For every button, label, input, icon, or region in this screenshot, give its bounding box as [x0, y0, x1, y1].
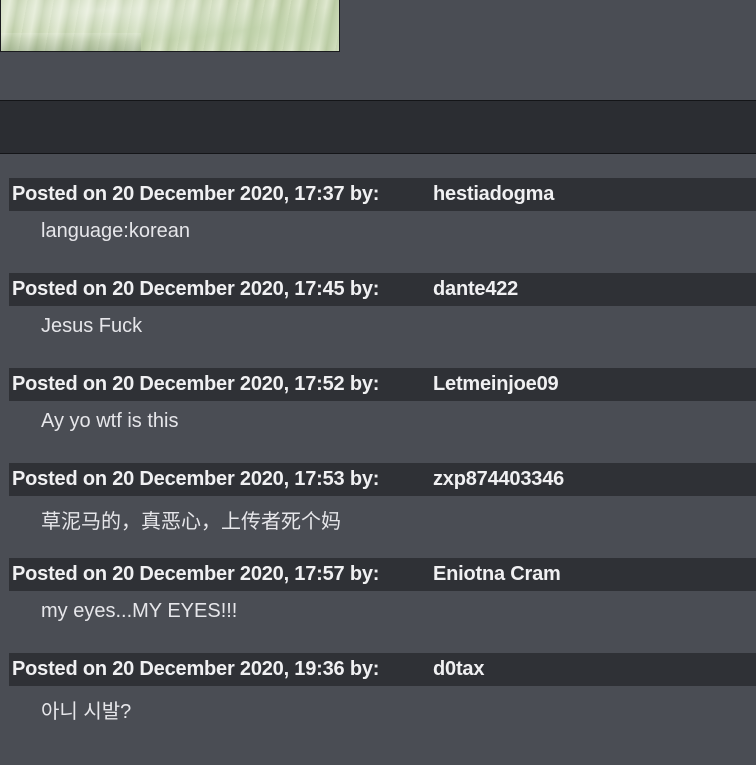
comment-username[interactable]: Letmeinjoe09	[433, 373, 559, 396]
comment-item: Posted on 20 December 2020, 17:45 by: da…	[0, 273, 756, 368]
comment-header: Posted on 20 December 2020, 17:57 by: En…	[9, 558, 756, 591]
comment-username[interactable]: zxp874403346	[433, 468, 564, 491]
comment-posted-info: Posted on 20 December 2020, 19:36 by:	[12, 658, 380, 680]
comment-username[interactable]: Eniotna Cram	[433, 563, 561, 586]
comment-item: Posted on 20 December 2020, 17:53 by: zx…	[0, 463, 756, 558]
comment-header: Posted on 20 December 2020, 19:36 by: d0…	[9, 653, 756, 686]
comment-text: Jesus Fuck	[41, 315, 143, 337]
gallery-thumbnail-area	[0, 0, 756, 100]
comment-posted-info: Posted on 20 December 2020, 17:53 by:	[12, 468, 380, 490]
comment-text: my eyes...MY EYES!!!	[41, 600, 238, 622]
comment-header: Posted on 20 December 2020, 17:53 by: zx…	[9, 463, 756, 496]
comment-item: Posted on 20 December 2020, 19:36 by: d0…	[0, 653, 756, 748]
comment-text: Ay yo wtf is this	[41, 410, 179, 432]
comment-item: Posted on 20 December 2020, 17:37 by: he…	[0, 178, 756, 273]
comment-posted-info: Posted on 20 December 2020, 17:57 by:	[12, 563, 380, 585]
comment-item: Posted on 20 December 2020, 17:57 by: En…	[0, 558, 756, 653]
comment-text: language:korean	[41, 220, 191, 242]
comment-text: 草泥马的，真恶心，上传者死个妈	[41, 511, 341, 533]
comment-text: 아니 시발?	[41, 701, 132, 723]
thumbnail-paper-fold	[1, 33, 141, 51]
comment-header: Posted on 20 December 2020, 17:45 by: da…	[9, 273, 756, 306]
comment-header: Posted on 20 December 2020, 17:37 by: he…	[9, 178, 756, 211]
comment-username[interactable]: dante422	[433, 278, 518, 301]
comment-item: Posted on 20 December 2020, 17:52 by: Le…	[0, 368, 756, 463]
comment-username[interactable]: d0tax	[433, 658, 484, 681]
comment-username[interactable]: hestiadogma	[433, 183, 554, 206]
comment-header: Posted on 20 December 2020, 17:52 by: Le…	[9, 368, 756, 401]
comment-posted-info: Posted on 20 December 2020, 17:45 by:	[12, 278, 380, 300]
comment-posted-info: Posted on 20 December 2020, 17:52 by:	[12, 373, 380, 395]
comments-section-bar	[0, 100, 756, 154]
comment-posted-info: Posted on 20 December 2020, 17:37 by:	[12, 183, 380, 205]
comment-list: Posted on 20 December 2020, 17:37 by: he…	[0, 178, 756, 748]
gallery-thumbnail-image[interactable]	[0, 0, 340, 52]
